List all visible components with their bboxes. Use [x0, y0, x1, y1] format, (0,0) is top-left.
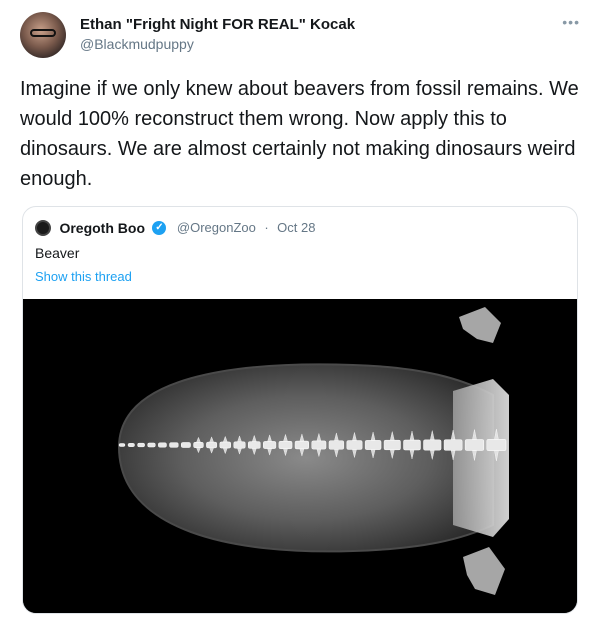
vertebra [443, 439, 463, 451]
vertebra [193, 442, 204, 448]
vertebra [328, 440, 345, 450]
vertebra [233, 441, 246, 449]
vertebra [403, 439, 421, 451]
vertebra [346, 440, 363, 450]
author-handle[interactable]: @Blackmudpuppy [80, 36, 194, 52]
tail-paddle-shape [117, 363, 494, 553]
quoted-tweet-card[interactable]: Oregoth Boo ✓ @OregonZoo · Oct 28 Beaver… [22, 206, 578, 614]
author-name[interactable]: Ethan "Fright Night FOR REAL" Kocak [80, 16, 355, 33]
more-options-icon[interactable]: ••• [562, 14, 580, 30]
author-avatar[interactable] [20, 12, 66, 58]
quoted-tweet-text: Beaver [35, 245, 80, 261]
vertebra [294, 440, 309, 450]
vertebra [464, 439, 485, 451]
vertebra [158, 442, 167, 448]
vertebra [181, 442, 191, 448]
vertebra [169, 442, 179, 448]
body-base-shape [453, 379, 509, 537]
vertebra [423, 439, 442, 451]
quoted-author-avatar[interactable] [35, 219, 51, 236]
vertebra [206, 441, 218, 449]
vertebra [263, 441, 277, 449]
quoted-tweet-date[interactable]: Oct 28 [277, 220, 315, 235]
vertebra [278, 440, 293, 450]
vertebra [219, 441, 232, 449]
tweet-text: Imagine if we only knew about beavers fr… [20, 78, 579, 190]
vertebra [147, 442, 156, 448]
separator-dot: · [264, 220, 269, 236]
avatar-glasses-detail [30, 29, 56, 37]
quoted-author-name[interactable]: Oregoth Boo [59, 220, 145, 236]
vertebra [311, 440, 327, 450]
vertebra [383, 439, 401, 451]
xray-graphic [23, 299, 577, 613]
vertebra [486, 439, 507, 451]
tweet-header: Ethan "Fright Night FOR REAL" Kocak @Bla… [20, 12, 580, 60]
vertebra [127, 443, 135, 447]
vertebra [364, 440, 382, 450]
beaver-tail-xray-image[interactable] [23, 299, 577, 613]
show-thread-link[interactable]: Show this thread [35, 269, 132, 284]
vertebra [118, 443, 126, 447]
vertebra [137, 442, 145, 448]
verified-badge-icon: ✓ [152, 220, 167, 235]
quoted-author-handle[interactable]: @OregonZoo [177, 220, 256, 235]
vertebra [248, 441, 261, 449]
quoted-tweet-header: Oregoth Boo ✓ @OregonZoo · Oct 28 [35, 219, 315, 237]
